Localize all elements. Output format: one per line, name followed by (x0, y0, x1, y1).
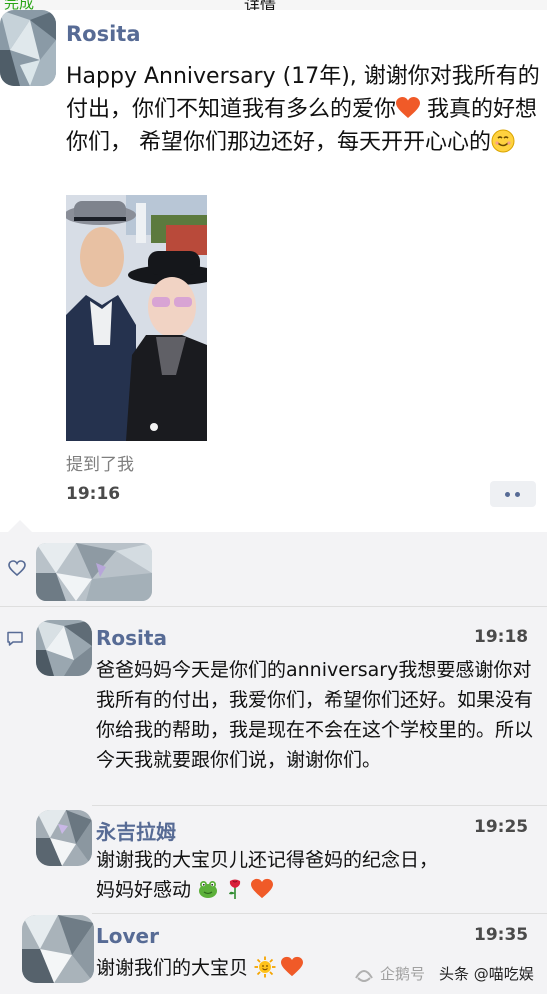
comment-text-line: 妈妈好感动 (96, 875, 536, 905)
rose-icon (224, 878, 246, 900)
author-avatar[interactable] (0, 10, 56, 86)
post-text: Happy Anniversary (17年), 谢谢你对我所有的付出，你们不知… (66, 60, 542, 159)
comment-text: 谢谢我的大宝贝儿还记得爸妈的纪念日， 妈妈好感动 (96, 845, 536, 905)
comment-text: 谢谢我们的大宝贝 (96, 953, 356, 983)
heart-icon (251, 878, 274, 900)
comment-text: 爸爸妈妈今天是你们的anniversary我想要感谢你对我所有的付出，我爱你们，… (96, 659, 534, 771)
comment-time: 19:35 (474, 925, 529, 945)
commenter-avatar[interactable] (22, 915, 94, 983)
mention-label: 提到了我 (66, 455, 134, 475)
heart-icon (281, 956, 304, 978)
watermark-source: 头条 @喵吃娱 (439, 965, 534, 983)
post-author-name[interactable]: Rosita (66, 22, 141, 46)
comment-time: 19:18 (474, 627, 529, 647)
heart-icon (396, 96, 421, 118)
comment-divider (92, 805, 547, 806)
more-dots-icon (515, 492, 520, 497)
sun-icon (254, 956, 276, 978)
watermark-platform: 企鹅号 (380, 965, 426, 983)
likes-divider (0, 606, 547, 607)
comment-divider (92, 913, 547, 914)
penguin-icon (354, 966, 374, 982)
watermark: 企鹅号 头条 @喵吃娱 (354, 963, 534, 984)
page-title: 详情 (244, 0, 277, 10)
comment-text-line: 谢谢我的大宝贝儿还记得爸妈的纪念日， (96, 849, 439, 871)
post-time: 19:16 (66, 484, 121, 504)
comment-text-part: 妈妈好感动 (96, 879, 192, 901)
comment-text-part: 谢谢我们的大宝贝 (96, 957, 249, 979)
panel-notch (8, 520, 32, 532)
done-button[interactable]: 完成 (4, 0, 34, 10)
comment-icon (7, 631, 23, 646)
more-dots-icon (505, 492, 510, 497)
comment-author-name[interactable]: Rosita (96, 626, 167, 650)
comment-author-name[interactable]: 永吉拉姆 (96, 816, 176, 845)
top-bar: 完成 详情 (0, 0, 547, 10)
comment-author-name[interactable]: Lover (96, 924, 159, 948)
commenter-avatar[interactable] (36, 810, 92, 866)
frog-icon (197, 878, 219, 900)
more-button[interactable] (490, 481, 536, 507)
like-heart-icon (8, 560, 26, 576)
comment-time: 19:25 (474, 817, 529, 837)
smile-icon (491, 129, 515, 153)
liker-avatar[interactable] (36, 543, 152, 601)
post-photo[interactable] (66, 195, 207, 441)
commenter-avatar[interactable] (36, 620, 92, 676)
